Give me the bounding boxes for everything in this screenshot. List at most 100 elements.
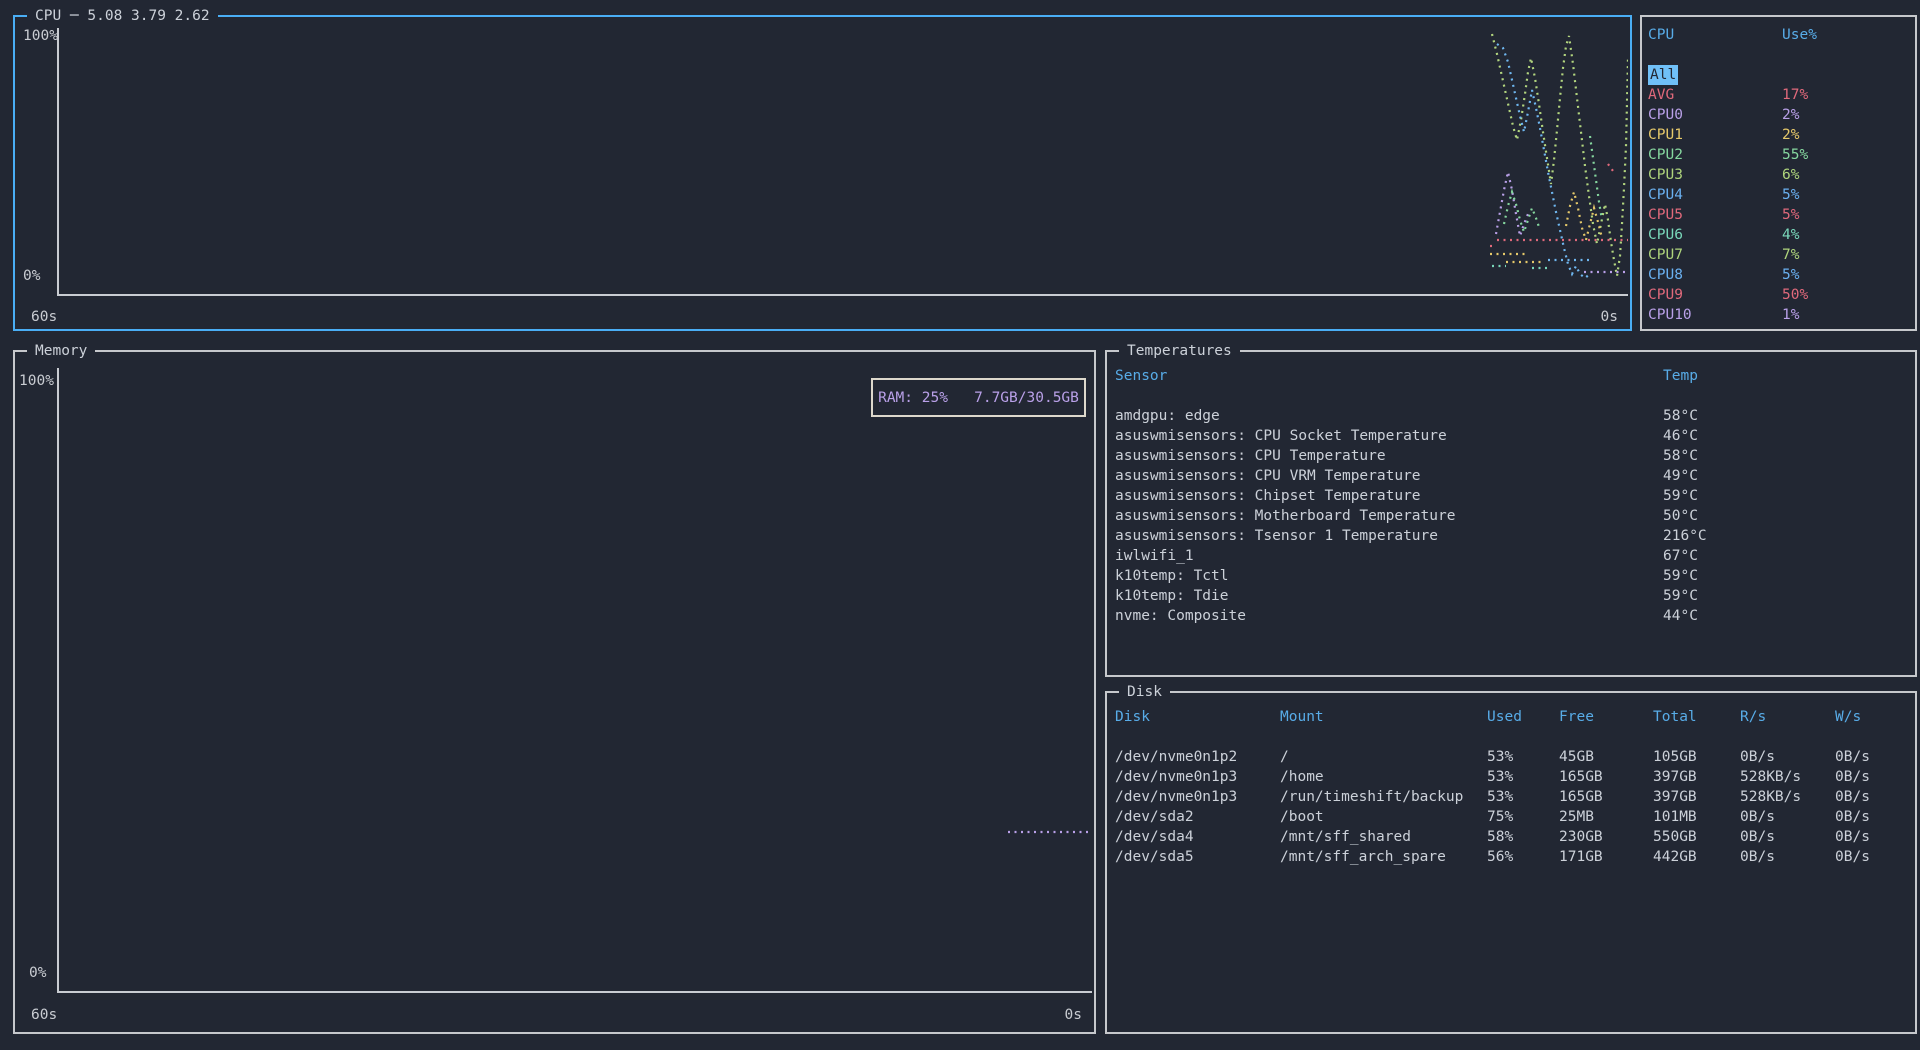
disk-free: 165GB: [1559, 787, 1653, 807]
cpu-legend-row-cpu0[interactable]: CPU0 2%: [1648, 105, 1909, 125]
sensor-name: asuswmisensors: Tsensor 1 Temperature: [1115, 526, 1663, 546]
table-row[interactable]: amdgpu: edge 58°C: [1115, 406, 1907, 426]
memory-x-right-label: 0s: [1065, 1005, 1082, 1025]
graph-series-cpu-purple-spike: [1496, 172, 1528, 236]
disk-used: 56%: [1487, 847, 1559, 867]
disk-header-ws: W/s: [1835, 707, 1907, 727]
disk-mount: /mnt/sff_arch_spare: [1280, 847, 1487, 867]
spacer: [1115, 386, 1907, 406]
cpu-legend-row-all[interactable]: All: [1648, 65, 1909, 85]
sensor-temp: 216°C: [1663, 526, 1907, 546]
disk-free: 230GB: [1559, 827, 1653, 847]
table-row[interactable]: /dev/nvme0n1p3 /home 53% 165GB 397GB 528…: [1115, 767, 1907, 787]
disk-total: 101MB: [1653, 807, 1740, 827]
cpu-legend-panel[interactable]: CPU Use% All AVG 17% CPU0 2% CPU1 2% CPU…: [1640, 15, 1917, 331]
cpu-y-min-label: 0%: [23, 266, 40, 286]
table-row[interactable]: /dev/sda2 /boot 75% 25MB 101MB 0B/s 0B/s: [1115, 807, 1907, 827]
cpu-legend-row-cpu2[interactable]: CPU2 55%: [1648, 145, 1909, 165]
cpu-legend-row-avg[interactable]: AVG 17%: [1648, 85, 1909, 105]
cpu-panel[interactable]: CPU ─ 5.08 3.79 2.62 100% 0% 60s 0s: [13, 15, 1632, 331]
memory-panel[interactable]: Memory 100% 0% RAM: 25% 7.7GB/30.5GB 60s…: [13, 350, 1096, 1034]
cpu-legend-list: CPU Use% All AVG 17% CPU0 2% CPU1 2% CPU…: [1642, 17, 1915, 329]
disk-total: 442GB: [1653, 847, 1740, 867]
cpu-legend-label: CPU10: [1648, 305, 1782, 325]
cpu-legend-label: CPU7: [1648, 245, 1782, 265]
disk-rs: 0B/s: [1740, 747, 1835, 767]
cpu-legend-header-cpu: CPU: [1648, 25, 1782, 45]
graph-series-cpu-salmon-dots: [1608, 164, 1613, 171]
disk-rs: 528KB/s: [1740, 767, 1835, 787]
ram-legend-text: RAM: 25% 7.7GB/30.5GB: [878, 388, 1079, 408]
cpu-x-right-label: 0s: [1601, 307, 1618, 327]
disk-total: 397GB: [1653, 767, 1740, 787]
table-row[interactable]: k10temp: Tdie 59°C: [1115, 586, 1907, 606]
disk-panel[interactable]: Disk Disk Mount Used Free Total R/s W/s …: [1105, 691, 1917, 1034]
table-row[interactable]: asuswmisensors: CPU Temperature 58°C: [1115, 446, 1907, 466]
cpu-legend-value-all: [1782, 65, 1909, 85]
table-row[interactable]: /dev/nvme0n1p3 /run/timeshift/backup 53%…: [1115, 787, 1907, 807]
sensor-temp: 59°C: [1663, 486, 1907, 506]
cpu-legend-row-cpu6[interactable]: CPU6 4%: [1648, 225, 1909, 245]
temperatures-header-row: Sensor Temp: [1115, 366, 1907, 386]
cpu-legend-label: CPU2: [1648, 145, 1782, 165]
cpu-legend-row-cpu9[interactable]: CPU9 50%: [1648, 285, 1909, 305]
table-row[interactable]: asuswmisensors: CPU Socket Temperature 4…: [1115, 426, 1907, 446]
table-row[interactable]: asuswmisensors: Tsensor 1 Temperature 21…: [1115, 526, 1907, 546]
disk-used: 53%: [1487, 787, 1559, 807]
table-row[interactable]: asuswmisensors: Motherboard Temperature …: [1115, 506, 1907, 526]
disk-ws: 0B/s: [1835, 787, 1907, 807]
temperatures-panel[interactable]: Temperatures Sensor Temp amdgpu: edge 58…: [1105, 350, 1917, 677]
cpu-legend-row-cpu3[interactable]: CPU3 6%: [1648, 165, 1909, 185]
sensor-name: asuswmisensors: Motherboard Temperature: [1115, 506, 1663, 526]
sensor-name: asuswmisensors: CPU Socket Temperature: [1115, 426, 1663, 446]
table-row[interactable]: asuswmisensors: Chipset Temperature 59°C: [1115, 486, 1907, 506]
sensor-name: amdgpu: edge: [1115, 406, 1663, 426]
disk-header-total: Total: [1653, 707, 1740, 727]
memory-y-max-label: 100%: [19, 371, 54, 391]
sensor-temp: 46°C: [1663, 426, 1907, 446]
cpu-legend-label: CPU0: [1648, 105, 1782, 125]
disk-device: /dev/nvme0n1p2: [1115, 747, 1280, 767]
table-row[interactable]: k10temp: Tctl 59°C: [1115, 566, 1907, 586]
disk-used: 53%: [1487, 747, 1559, 767]
cpu-legend-value: 4%: [1782, 225, 1909, 245]
disk-header-used: Used: [1487, 707, 1559, 727]
cpu-legend-row-cpu1[interactable]: CPU1 2%: [1648, 125, 1909, 145]
sensor-name: k10temp: Tctl: [1115, 566, 1663, 586]
cpu-legend-row-cpu5[interactable]: CPU5 5%: [1648, 205, 1909, 225]
memory-usage-graph: [60, 368, 1092, 993]
disk-free: 171GB: [1559, 847, 1653, 867]
sensor-temp: 49°C: [1663, 466, 1907, 486]
temperatures-table: Sensor Temp amdgpu: edge 58°C asuswmisen…: [1107, 352, 1915, 675]
table-row[interactable]: /dev/sda5 /mnt/sff_arch_spare 56% 171GB …: [1115, 847, 1907, 867]
cpu-legend-value: 2%: [1782, 105, 1909, 125]
table-row[interactable]: /dev/nvme0n1p2 / 53% 45GB 105GB 0B/s 0B/…: [1115, 747, 1907, 767]
cpu-legend-row-cpu8[interactable]: CPU8 5%: [1648, 265, 1909, 285]
disk-ws: 0B/s: [1835, 827, 1907, 847]
cpu-legend-row-cpu7[interactable]: CPU7 7%: [1648, 245, 1909, 265]
cpu-legend-value: 17%: [1782, 85, 1909, 105]
table-row[interactable]: nvme: Composite 44°C: [1115, 606, 1907, 626]
spacer: [1648, 45, 1909, 65]
memory-y-min-label: 0%: [29, 963, 46, 983]
table-row[interactable]: asuswmisensors: CPU VRM Temperature 49°C: [1115, 466, 1907, 486]
cpu-legend-value: 50%: [1782, 285, 1909, 305]
graph-series-cpu-mint-column: [1590, 136, 1602, 220]
sensor-temp: 67°C: [1663, 546, 1907, 566]
cpu-legend-value: 1%: [1782, 305, 1909, 325]
cpu-legend-value: 5%: [1782, 185, 1909, 205]
cpu-legend-row-cpu10[interactable]: CPU10 1%: [1648, 305, 1909, 325]
cpu-legend-label: CPU4: [1648, 185, 1782, 205]
memory-panel-title: Memory: [27, 340, 95, 362]
cpu-legend-value: 6%: [1782, 165, 1909, 185]
table-row[interactable]: iwlwifi_1 67°C: [1115, 546, 1907, 566]
disk-total: 397GB: [1653, 787, 1740, 807]
cpu-legend-header-use: Use%: [1782, 25, 1909, 45]
cpu-x-left-label: 60s: [31, 307, 57, 327]
sensor-temp: 59°C: [1663, 586, 1907, 606]
disk-used: 75%: [1487, 807, 1559, 827]
table-row[interactable]: /dev/sda4 /mnt/sff_shared 58% 230GB 550G…: [1115, 827, 1907, 847]
cpu-usage-graph: [60, 28, 1628, 296]
cpu-legend-label-all[interactable]: All: [1648, 65, 1678, 85]
cpu-legend-row-cpu4[interactable]: CPU4 5%: [1648, 185, 1909, 205]
